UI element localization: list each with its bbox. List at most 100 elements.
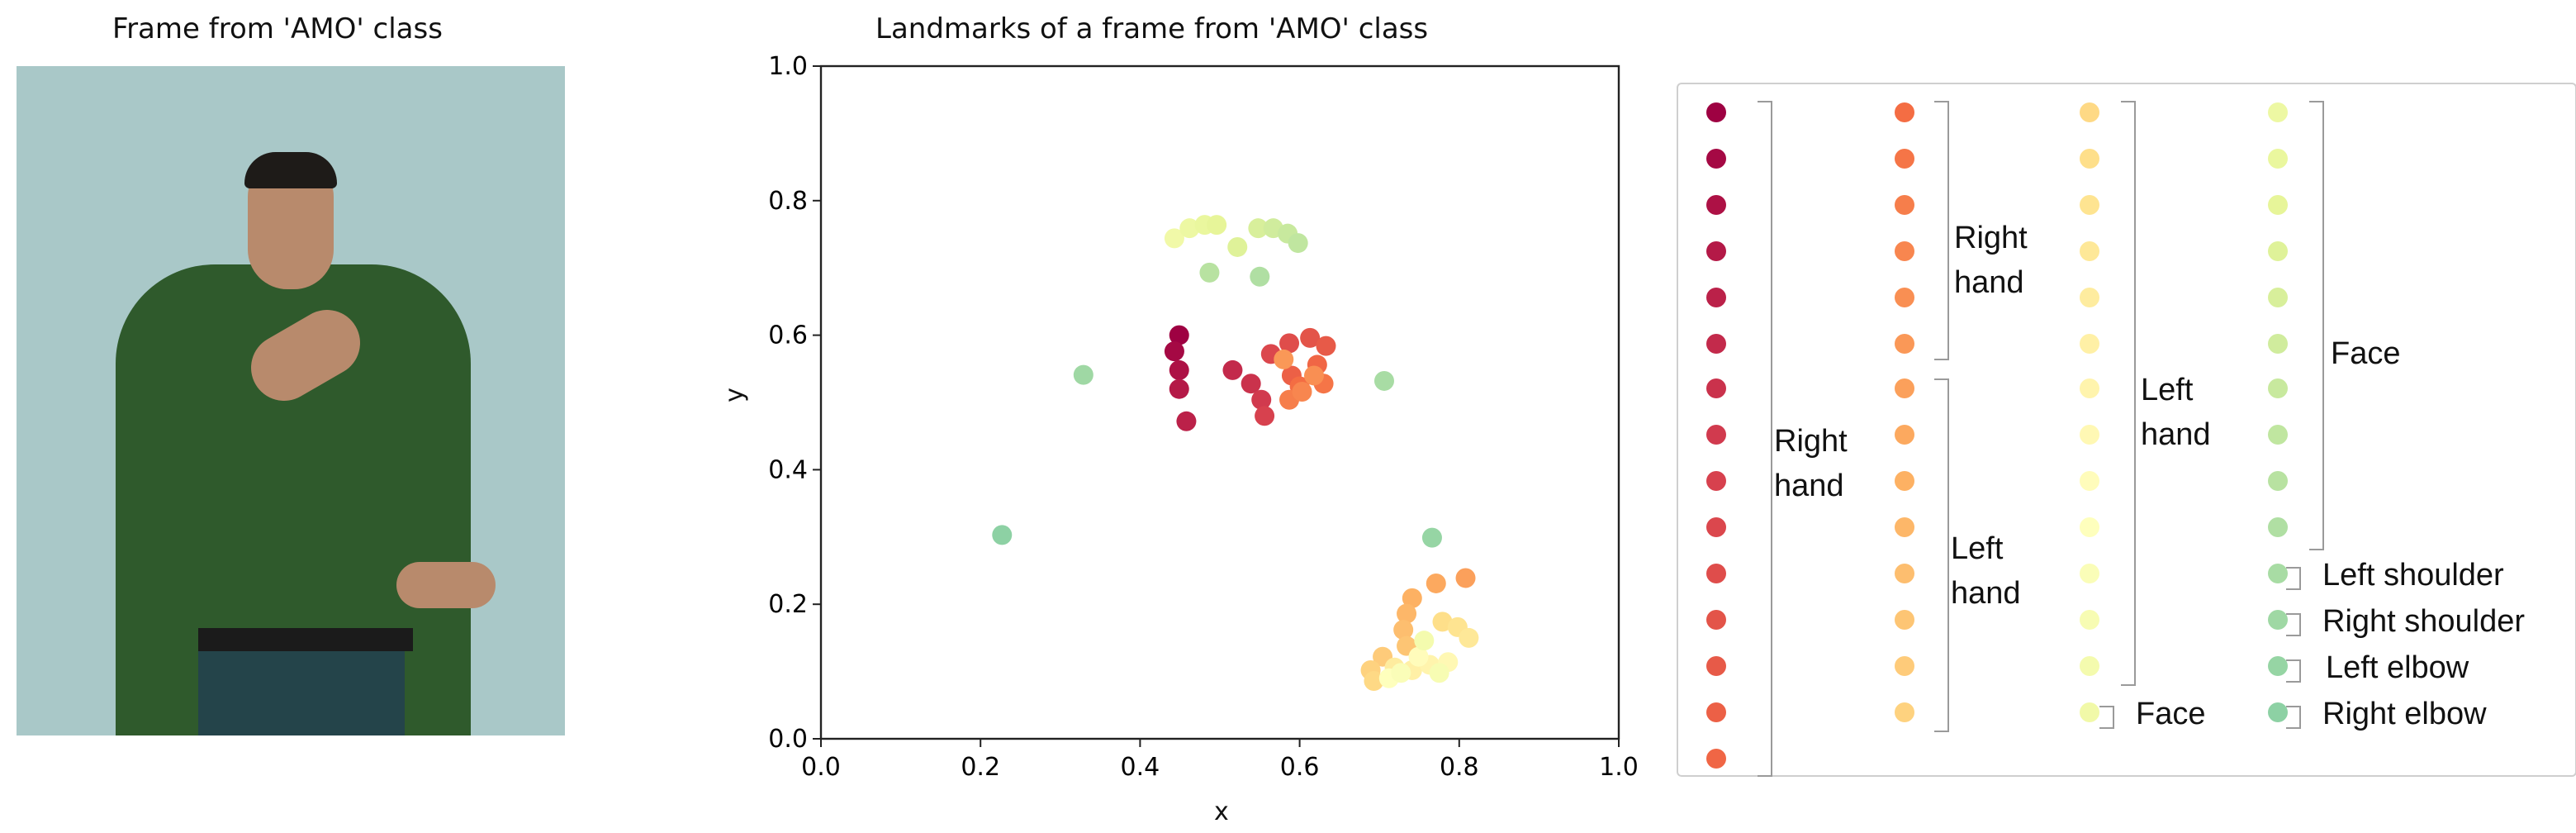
legend-marker [1706, 102, 1726, 122]
legend-marker [2268, 564, 2288, 584]
legend-marker [1706, 609, 1726, 630]
legend-marker [2080, 425, 2099, 445]
legend-marker [2080, 609, 2099, 630]
point-left-shoulder [1373, 370, 1394, 391]
legend-marker [1706, 655, 1726, 676]
bracket-right-hand-1 [1758, 101, 1772, 777]
legend-marker [1895, 517, 1914, 538]
legend-marker [1895, 564, 1914, 583]
legend-marker [1895, 333, 1914, 353]
legend-marker [1895, 471, 1914, 492]
legend-marker [2268, 610, 2288, 631]
bracket-left-elbow [2286, 659, 2301, 683]
legend-marker [2080, 655, 2099, 676]
bracket-right-elbow [2286, 706, 2301, 729]
point-left-hand [1429, 663, 1449, 683]
point-face [1207, 215, 1227, 236]
legend-marker [1895, 287, 1914, 307]
legend-marker [1706, 702, 1726, 722]
figure: Frame from 'AMO' class Landmarks of a fr… [0, 0, 2576, 833]
y-tick-label: 1.0 [768, 52, 808, 81]
legend-label-right-hand-1: Right hand [1774, 425, 1848, 504]
legend-marker [1706, 240, 1726, 261]
x-tick-label: 0.2 [961, 753, 1000, 782]
point-right-hand [1176, 411, 1197, 431]
legend-marker [1706, 333, 1726, 353]
legend-marker [2268, 287, 2288, 307]
legend-marker [2080, 471, 2099, 492]
point-left-hand [1426, 573, 1446, 593]
legend-marker [1895, 148, 1914, 169]
point-right-hand [1292, 381, 1312, 402]
legend-marker [1706, 287, 1726, 307]
legend-marker [2080, 287, 2099, 307]
legend-label-right-elbow: Right elbow [2322, 697, 2487, 732]
legend-marker [1706, 564, 1726, 583]
legend-marker [2080, 517, 2099, 538]
scatter-plot: 0.0 0.2 0.4 0.6 0.8 1.0 0.0 0.2 0.4 0.6 0.8 1.0 [768, 52, 1639, 782]
legend-label-left-hand-2: Left hand [2141, 374, 2211, 453]
legend-label-face-2: Face [2331, 337, 2401, 372]
legend-label-face-1: Face [2136, 697, 2206, 732]
point-right-hand [1222, 359, 1243, 380]
bracket-left-shoulder [2286, 567, 2301, 590]
bracket-right-shoulder [2286, 613, 2301, 636]
legend-marker [2080, 240, 2099, 261]
point-right-hand [1316, 336, 1336, 356]
point-left-hand [1391, 663, 1411, 683]
legend-marker [2268, 471, 2288, 492]
legend-marker [2080, 378, 2099, 399]
legend-label-left-hand-1: Left hand [1951, 532, 2021, 612]
legend-marker [2268, 102, 2288, 122]
point-face [1227, 236, 1248, 257]
point-right-hand [1169, 378, 1189, 399]
legend-label-left-shoulder: Left shoulder [2322, 559, 2504, 593]
legend-marker [2268, 702, 2288, 723]
y-tick-label: 0.0 [768, 725, 808, 754]
legend-marker [2080, 148, 2099, 169]
legend-marker [1706, 517, 1726, 538]
point-face [1199, 262, 1220, 283]
legend-marker [2268, 333, 2288, 353]
legend-marker [2268, 240, 2288, 261]
legend-marker [1895, 702, 1914, 722]
point-right-hand [1274, 349, 1294, 369]
x-tick-label: 1.0 [1599, 753, 1639, 782]
plot-frame [819, 64, 1620, 740]
y-tick-label: 0.8 [768, 187, 808, 216]
legend-marker [2268, 425, 2288, 445]
bracket-right-hand-2 [1934, 101, 1949, 360]
point-right-hand [1164, 341, 1184, 362]
legend-marker [2268, 656, 2288, 677]
legend-label-right-hand-2: Right hand [1954, 221, 2028, 301]
point-right-hand [1169, 359, 1189, 380]
point-right-hand [1303, 365, 1324, 386]
point-left-elbow [1421, 527, 1442, 548]
legend-marker [1706, 378, 1726, 399]
legend-marker [1895, 194, 1914, 215]
legend-label-left-elbow: Left elbow [2326, 651, 2469, 686]
point-left-hand [1455, 568, 1476, 588]
legend-marker [2080, 702, 2099, 722]
legend-marker [1895, 102, 1914, 122]
legend-marker [2268, 517, 2288, 538]
y-tick-label: 0.6 [768, 321, 808, 350]
legend-marker [1706, 148, 1726, 169]
point-right-elbow [992, 525, 1013, 545]
point-right-hand [1255, 406, 1275, 426]
point-face [1250, 266, 1270, 287]
legend-marker [2268, 194, 2288, 215]
legend-label-right-shoulder: Right shoulder [2322, 605, 2526, 640]
x-tick-label: 0.4 [1121, 753, 1160, 782]
y-tick-label: 0.4 [768, 455, 808, 484]
point-left-hand [1459, 627, 1479, 648]
legend-marker [1895, 425, 1914, 445]
x-tick-label: 0.8 [1440, 753, 1479, 782]
y-tick-label: 0.2 [768, 590, 808, 619]
legend-marker [2268, 378, 2288, 399]
bracket-face-1 [2099, 706, 2114, 729]
legend-marker [1706, 425, 1726, 445]
legend-marker [2080, 102, 2099, 122]
legend-marker [1895, 655, 1914, 676]
legend-marker [2080, 564, 2099, 583]
